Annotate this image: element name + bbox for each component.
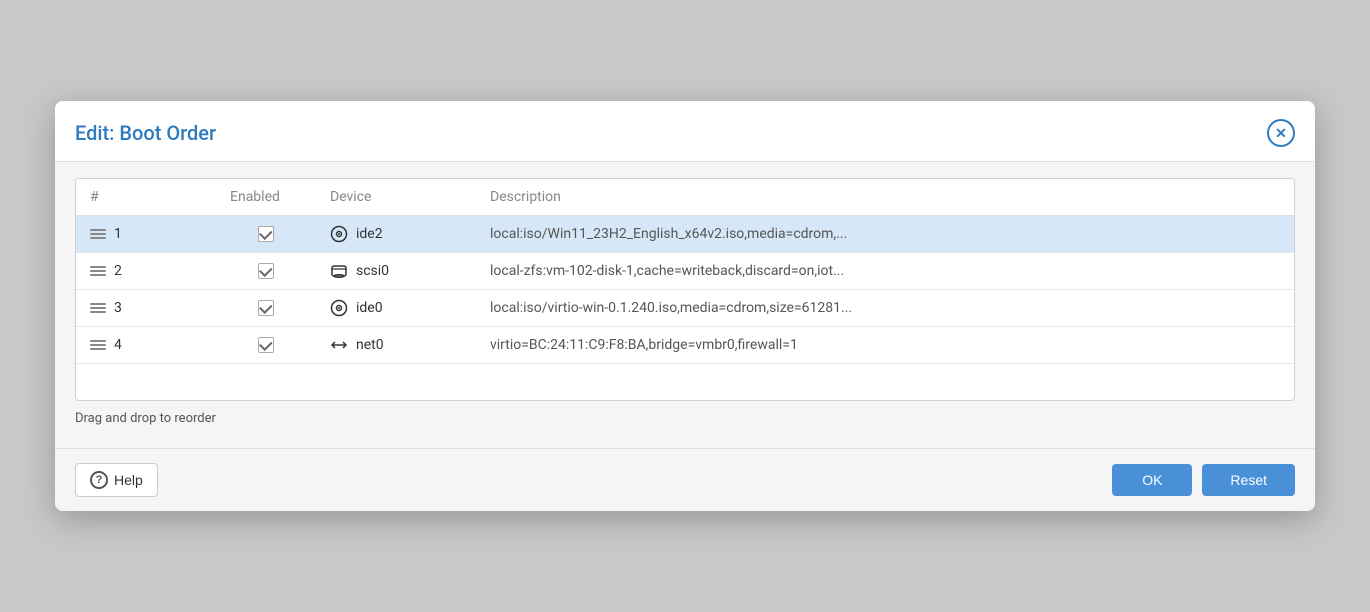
table-row[interactable]: 4 net0 virtio=BC:24:11:C9:F8:BA,bridge=vm… — [76, 327, 1294, 364]
row-number: 1 — [114, 226, 122, 242]
drag-handle[interactable] — [90, 229, 106, 239]
row-enabled-cell — [216, 253, 316, 290]
help-label: Help — [114, 472, 143, 488]
reset-button[interactable]: Reset — [1202, 464, 1295, 496]
net-icon — [330, 336, 348, 354]
row-number: 3 — [114, 300, 122, 316]
row-number: 2 — [114, 263, 122, 279]
col-header-description: Description — [476, 179, 1294, 216]
table-row[interactable]: 2 scsi0 local-zfs:vm-102-disk-1,cache=wri… — [76, 253, 1294, 290]
cdrom-icon — [330, 299, 348, 317]
row-description-cell: virtio=BC:24:11:C9:F8:BA,bridge=vmbr0,fi… — [476, 327, 1294, 364]
dialog-header: Edit: Boot Order ✕ — [55, 101, 1315, 162]
help-button[interactable]: ? Help — [75, 463, 158, 497]
drag-hint: Drag and drop to reorder — [75, 401, 1295, 432]
ok-button[interactable]: OK — [1112, 464, 1192, 496]
close-button[interactable]: ✕ — [1267, 119, 1295, 147]
device-name: net0 — [356, 337, 384, 353]
row-device-cell: ide0 — [316, 290, 476, 327]
dialog-title: Edit: Boot Order — [75, 121, 216, 145]
row-enabled-cell — [216, 216, 316, 253]
enabled-checkbox[interactable] — [258, 300, 274, 316]
table-body: 1 ide2 local:iso/Win11_23H2_English_x64v2… — [76, 216, 1294, 400]
row-description-cell: local-zfs:vm-102-disk-1,cache=writeback,… — [476, 253, 1294, 290]
row-device-cell: scsi0 — [316, 253, 476, 290]
table-row[interactable]: 3 ide0 local:iso/virtio-win-0.1.240.iso,m… — [76, 290, 1294, 327]
help-icon: ? — [90, 471, 108, 489]
enabled-checkbox[interactable] — [258, 226, 274, 242]
footer-actions: OK Reset — [1112, 464, 1295, 496]
dialog-footer: ? Help OK Reset — [55, 448, 1315, 511]
row-device-cell: ide2 — [316, 216, 476, 253]
row-enabled-cell — [216, 327, 316, 364]
device-name: ide0 — [356, 300, 383, 316]
col-header-device: Device — [316, 179, 476, 216]
row-number: 4 — [114, 337, 122, 353]
device-name: ide2 — [356, 226, 383, 242]
row-description-cell: local:iso/Win11_23H2_English_x64v2.iso,m… — [476, 216, 1294, 253]
edit-boot-order-dialog: Edit: Boot Order ✕ # Enabled Device Desc… — [55, 101, 1315, 511]
row-device-cell: net0 — [316, 327, 476, 364]
row-description-cell: local:iso/virtio-win-0.1.240.iso,media=c… — [476, 290, 1294, 327]
row-enabled-cell — [216, 290, 316, 327]
drag-handle[interactable] — [90, 303, 106, 313]
boot-order-table-container: # Enabled Device Description 1 ide2 local… — [75, 178, 1295, 401]
device-name: scsi0 — [356, 263, 389, 279]
row-num-cell: 2 — [76, 253, 216, 290]
row-num-cell: 4 — [76, 327, 216, 364]
enabled-checkbox[interactable] — [258, 263, 274, 279]
empty-row — [76, 364, 1294, 400]
drag-handle[interactable] — [90, 340, 106, 350]
boot-order-table: # Enabled Device Description 1 ide2 local… — [76, 179, 1294, 400]
table-row[interactable]: 1 ide2 local:iso/Win11_23H2_English_x64v2… — [76, 216, 1294, 253]
cdrom-icon — [330, 225, 348, 243]
enabled-checkbox[interactable] — [258, 337, 274, 353]
col-header-num: # — [76, 179, 216, 216]
drag-handle[interactable] — [90, 266, 106, 276]
table-header: # Enabled Device Description — [76, 179, 1294, 216]
dialog-body: # Enabled Device Description 1 ide2 local… — [55, 162, 1315, 448]
row-num-cell: 1 — [76, 216, 216, 253]
col-header-enabled: Enabled — [216, 179, 316, 216]
disk-icon — [330, 262, 348, 280]
row-num-cell: 3 — [76, 290, 216, 327]
